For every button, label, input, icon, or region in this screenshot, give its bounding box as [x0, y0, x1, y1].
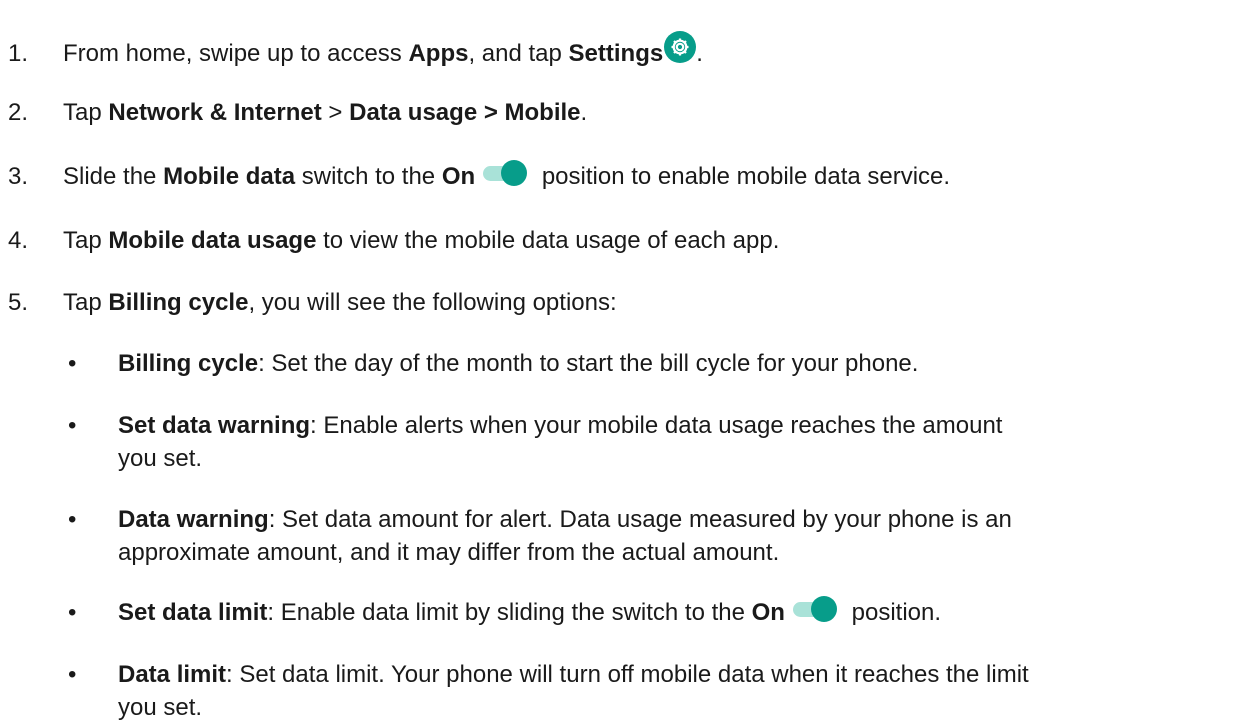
bullet-dot: •	[68, 412, 77, 439]
step-text: position to enable mobile data service.	[535, 163, 951, 190]
data-usage-label: Data usage > Mobile	[349, 99, 581, 126]
bullet-dot: •	[68, 599, 77, 626]
step-number: 3.	[8, 163, 29, 190]
step-text: Tap	[63, 99, 109, 126]
step-text: , you will see the following options:	[248, 289, 617, 316]
step-text: , and tap	[468, 40, 569, 67]
toggle-on-icon	[792, 596, 837, 622]
step-number: 5.	[8, 289, 29, 316]
bullet-term: Data limit	[118, 661, 227, 688]
step-number: 2.	[8, 99, 29, 126]
bullet-text: you set.	[118, 445, 203, 472]
bullet-billing-cycle: • Billing cycle: Set the day of the mont…	[8, 347, 1213, 380]
bullet-text: : Enable alerts when your mobile data us…	[310, 412, 1003, 439]
step-text: Tap	[63, 289, 109, 316]
step-number: 1.	[8, 40, 29, 67]
bullet-text: : Set data amount for alert. Data usage …	[268, 506, 1012, 533]
bullet-data-limit: • Data limit: Set data limit. Your phone…	[8, 658, 1213, 724]
step-text: From home, swipe up to access	[63, 40, 409, 67]
step-2: 2. Tap Network & Internet > Data usage > …	[8, 96, 1213, 129]
toggle-on-icon	[483, 160, 528, 186]
bullet-set-data-warning: • Set data warning: Enable alerts when y…	[8, 409, 1213, 475]
apps-label: Apps	[408, 40, 469, 67]
step-5: 5. Tap Billing cycle, you will see the fo…	[8, 286, 1213, 319]
bullet-text: approximate amount, and it may differ fr…	[118, 539, 780, 566]
bullet-data-warning: • Data warning: Set data amount for aler…	[8, 503, 1213, 569]
bullet-text: : Set data limit. Your phone will turn o…	[226, 661, 1029, 688]
bullet-term: Set data limit	[118, 599, 268, 626]
settings-label: Settings	[568, 40, 664, 67]
step-number: 4.	[8, 227, 29, 254]
step-text: .	[696, 40, 703, 67]
network-label: Network & Internet	[108, 99, 322, 126]
bullet-term: Data warning	[118, 506, 269, 533]
step-text: .	[580, 99, 588, 126]
on-label: On	[751, 599, 785, 626]
bullet-term: Set data warning	[118, 412, 311, 439]
bullet-text: : Set the day of the month to start the …	[258, 350, 919, 377]
bullet-text: : Enable data limit by sliding the switc…	[267, 599, 752, 626]
settings-gear-icon	[664, 31, 697, 63]
step-text: Slide the	[63, 163, 164, 190]
step-1: 1. From home, swipe up to access Apps, an…	[8, 31, 1213, 70]
bullet-dot: •	[68, 661, 77, 688]
step-text: to view the mobile data usage of each ap…	[316, 227, 780, 254]
step-text: >	[321, 99, 350, 126]
mobile-data-label: Mobile data	[163, 163, 296, 190]
bullet-text: position.	[844, 599, 942, 626]
bullet-set-data-limit: • Set data limit: Enable data limit by s…	[8, 596, 1213, 629]
bullet-dot: •	[68, 506, 77, 533]
bullet-dot: •	[68, 350, 77, 377]
mobile-data-usage-label: Mobile data usage	[108, 227, 317, 254]
bullet-term: Billing cycle	[118, 350, 259, 377]
step-4: 4. Tap Mobile data usage to view the mobi…	[8, 224, 1213, 257]
step-text: switch to the	[295, 163, 442, 190]
on-label: On	[441, 163, 476, 190]
step-3: 3. Slide the Mobile data switch to the On…	[8, 160, 1213, 193]
billing-cycle-label: Billing cycle	[108, 289, 249, 316]
step-text: Tap	[63, 227, 109, 254]
bullet-text: you set.	[118, 694, 203, 721]
